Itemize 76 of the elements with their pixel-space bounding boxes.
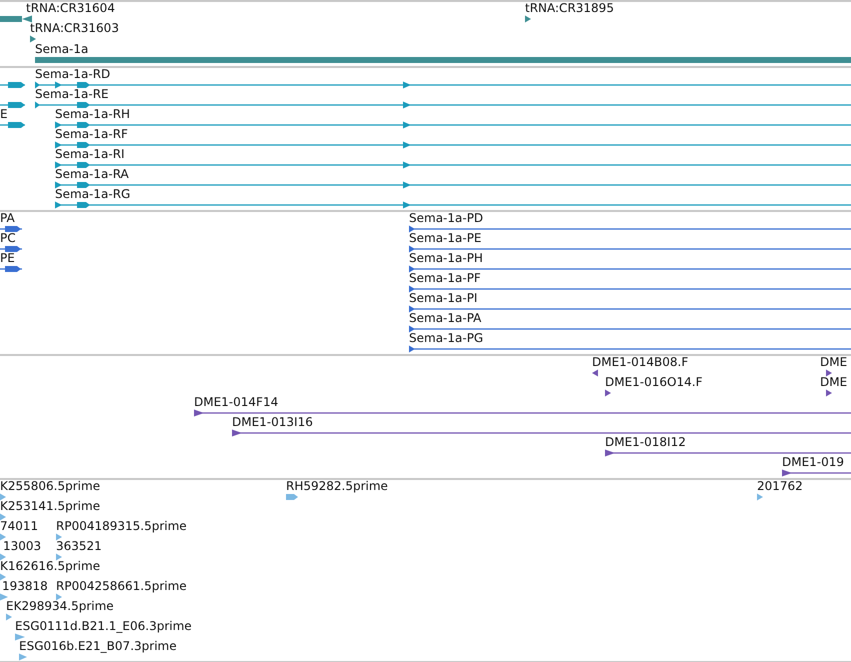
gene-bar[interactable] (35, 56, 851, 64)
transcript-drawing[interactable] (0, 81, 25, 89)
protein-drawing[interactable] (409, 325, 851, 333)
arrow-icon[interactable] (30, 35, 36, 43)
arrow-icon[interactable] (0, 15, 32, 23)
feature-label: Sema-1a-PI (409, 292, 478, 305)
feature-label: 363521 (56, 540, 102, 553)
feature-label: 13003 (3, 540, 42, 553)
transcript-drawing[interactable] (0, 101, 25, 109)
feature-label: Sema-1a-RA (55, 168, 129, 181)
feature-label: Sema-1a (35, 43, 88, 56)
arrow-icon[interactable] (592, 369, 598, 377)
feature-label: RP004258661.5prime (56, 580, 187, 593)
feature-label: RP004189315.5prime (56, 520, 187, 533)
feature-label: Sema-1a-RE (35, 88, 109, 101)
clone-drawing[interactable] (782, 469, 851, 477)
feature-label: Sema-1a-PE (409, 232, 482, 245)
clone-drawing[interactable] (605, 449, 851, 457)
transcript-drawing[interactable] (55, 161, 851, 169)
feature-label: tRNA:CR31603 (30, 22, 119, 35)
feature-label: K255806.5prime (0, 480, 100, 493)
clone-drawing[interactable] (232, 429, 851, 437)
feature-label: Sema-1a-RG (55, 188, 130, 201)
feature-label: Sema-1a-PF (409, 272, 481, 285)
protein-drawing[interactable] (0, 225, 22, 233)
feature-label: Sema-1a-RI (55, 148, 125, 161)
arrow-icon[interactable] (826, 389, 832, 397)
feature-label: PA (0, 212, 15, 225)
arrow-icon[interactable] (525, 15, 531, 23)
feature-label: Sema-1a-PG (409, 332, 484, 345)
transcript-drawing[interactable] (55, 181, 851, 189)
feature-label: Sema-1a-RH (55, 108, 130, 121)
protein-drawing[interactable] (0, 245, 22, 253)
protein-drawing[interactable] (0, 265, 22, 273)
transcript-drawing[interactable] (35, 101, 851, 109)
protein-drawing[interactable] (409, 285, 851, 293)
feature-label: PE (0, 252, 15, 265)
feature-label: DME1-013I16 (232, 416, 313, 429)
feature-label: Sema-1a-PH (409, 252, 483, 265)
feature-label: Sema-1a-PA (409, 312, 482, 325)
transcript-drawing[interactable] (55, 141, 851, 149)
feature-label: K253141.5prime (0, 500, 100, 513)
feature-label: K162616.5prime (0, 560, 100, 573)
feature-label: Sema-1a-RF (55, 128, 128, 141)
transcript-drawing[interactable] (0, 121, 25, 129)
feature-label: Sema-1a-RD (35, 68, 110, 81)
protein-drawing[interactable] (409, 305, 851, 313)
feature-label: tRNA:CR31604 (26, 2, 115, 15)
feature-label: 193818 (2, 580, 48, 593)
feature-label: DME1-014B08.F (592, 356, 688, 369)
feature-label: E (0, 108, 8, 121)
protein-drawing[interactable] (409, 225, 851, 233)
protein-drawing[interactable] (409, 265, 851, 273)
transcript-drawing[interactable] (35, 81, 851, 89)
feature-label: DME (820, 376, 848, 389)
feature-label: tRNA:CR31895 (525, 2, 614, 15)
feature-label: DME1-014F14 (194, 396, 278, 409)
feature-label: DME1-018I12 (605, 436, 686, 449)
feature-label: 201762 (757, 480, 803, 493)
transcript-drawing[interactable] (55, 121, 851, 129)
feature-label: RH59282.5prime (286, 480, 388, 493)
protein-drawing[interactable] (409, 345, 851, 353)
feature-label: 74011 (0, 520, 38, 533)
protein-drawing[interactable] (409, 245, 851, 253)
feature-label: ESG016b.E21_B07.3prime (19, 640, 177, 653)
clone-drawing[interactable] (194, 409, 851, 417)
feature-label: DME1-016O14.F (605, 376, 702, 389)
feature-label: ESG0111d.B21.1_E06.3prime (15, 620, 192, 633)
arrow-icon[interactable] (826, 369, 832, 377)
feature-label: DME1-019 (782, 456, 844, 469)
feature-label: PC (0, 232, 16, 245)
feature-label: Sema-1a-PD (409, 212, 484, 225)
feature-label: DME (820, 356, 848, 369)
transcript-drawing[interactable] (55, 201, 851, 209)
arrow-icon[interactable] (605, 389, 611, 397)
feature-label: EK298934.5prime (6, 600, 114, 613)
